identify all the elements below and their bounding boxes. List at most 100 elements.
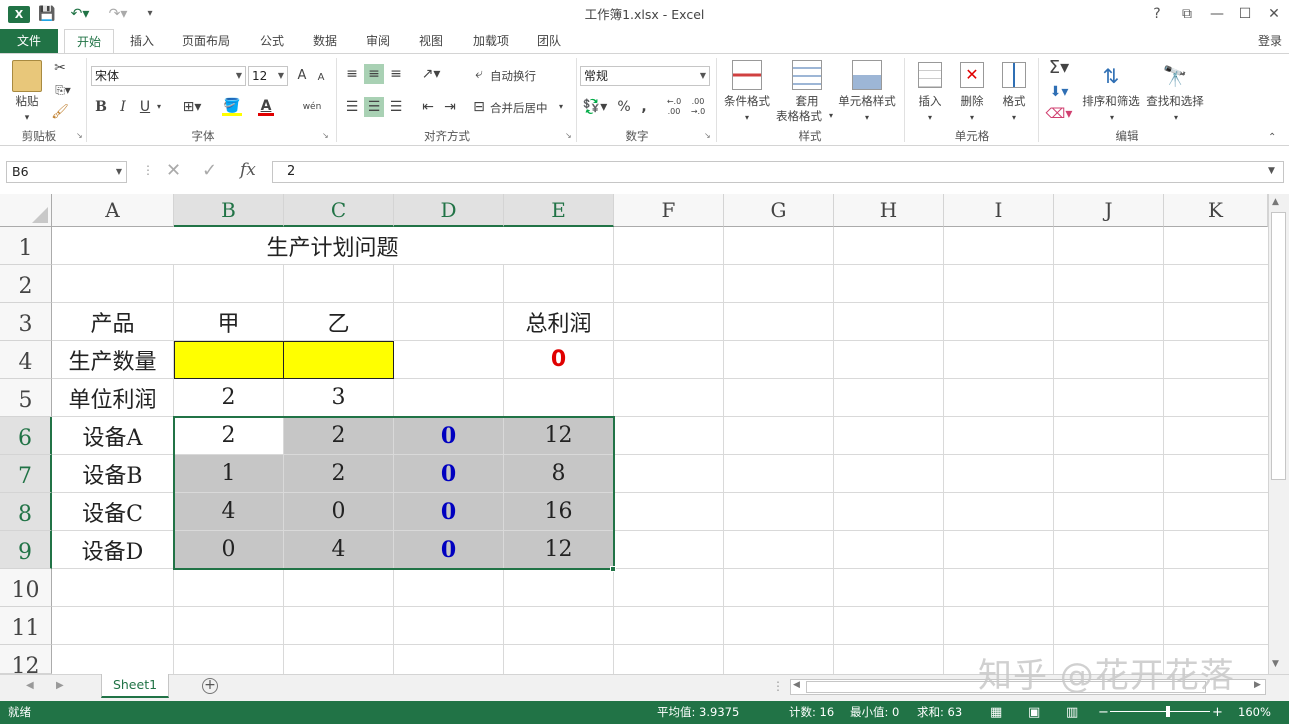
accounting-format-icon[interactable]: 💱▾ bbox=[580, 97, 610, 117]
cell-e6[interactable]: 12 bbox=[504, 417, 614, 455]
sort-dropdown-icon[interactable]: ▾ bbox=[1104, 108, 1120, 128]
format-painter-icon[interactable]: 🖌 bbox=[50, 102, 70, 122]
row-header-11[interactable]: 11 bbox=[0, 607, 52, 645]
merge-center-button[interactable]: 合并后居中 bbox=[490, 101, 554, 115]
cell-b5[interactable]: 2 bbox=[174, 379, 284, 417]
cell-b8[interactable]: 4 bbox=[174, 493, 284, 531]
find-select-icon[interactable]: 🔭 bbox=[1160, 62, 1190, 90]
borders-icon[interactable]: ⊞▾ bbox=[180, 97, 204, 117]
cell-e8[interactable]: 16 bbox=[504, 493, 614, 531]
cell-d6[interactable]: 0 bbox=[394, 417, 504, 455]
copy-icon[interactable]: ⎘▾ bbox=[50, 80, 76, 100]
sheet-title-cell[interactable]: 生产计划问题 bbox=[52, 227, 614, 265]
cell-c9[interactable]: 4 bbox=[284, 531, 394, 569]
fill-handle[interactable] bbox=[610, 566, 616, 572]
align-middle-icon[interactable]: ≡ bbox=[364, 64, 384, 84]
row-header-6[interactable]: 6 bbox=[0, 417, 52, 455]
tab-file[interactable]: 文件 bbox=[0, 29, 58, 53]
cell-c7[interactable]: 2 bbox=[284, 455, 394, 493]
align-center-icon[interactable]: ☰ bbox=[364, 97, 384, 117]
cell-c5[interactable]: 3 bbox=[284, 379, 394, 417]
confirm-entry-icon[interactable]: ✓ bbox=[202, 160, 217, 181]
find-select-button[interactable]: 查找和选择 bbox=[1144, 94, 1206, 108]
next-sheet-icon[interactable]: ▶ bbox=[56, 680, 64, 691]
find-dropdown-icon[interactable]: ▾ bbox=[1168, 108, 1184, 128]
delete-cells-button[interactable]: 删除 bbox=[952, 94, 992, 108]
minimize-button[interactable]: — bbox=[1202, 0, 1232, 29]
cell-d9[interactable]: 0 bbox=[394, 531, 504, 569]
fill-color-icon[interactable]: 🪣 bbox=[222, 96, 242, 116]
cut-icon[interactable]: ✂ bbox=[50, 58, 70, 78]
formula-bar-drag-icon[interactable]: ⋮ bbox=[142, 163, 154, 177]
row-header-7[interactable]: 7 bbox=[0, 455, 52, 493]
underline-button[interactable]: U bbox=[138, 97, 152, 117]
insert-function-button[interactable]: fx bbox=[240, 160, 256, 180]
align-left-icon[interactable]: ☰ bbox=[342, 97, 362, 117]
wrap-text-button[interactable]: 自动换行 bbox=[490, 69, 542, 83]
cell-b4-input[interactable] bbox=[174, 341, 284, 379]
decrease-indent-icon[interactable]: ⇤ bbox=[418, 97, 438, 117]
increase-indent-icon[interactable]: ⇥ bbox=[440, 97, 460, 117]
autosum-icon[interactable]: Σ▾ bbox=[1044, 58, 1074, 78]
cell-c6[interactable]: 2 bbox=[284, 417, 394, 455]
format-as-table-label-2[interactable]: 表格格式 bbox=[772, 109, 826, 123]
table-dropdown-icon[interactable]: ▾ bbox=[826, 106, 836, 126]
phonetic-guide-button[interactable]: wén bbox=[302, 97, 322, 117]
cell-styles-icon[interactable] bbox=[852, 60, 882, 90]
maximize-button[interactable]: ☐ bbox=[1230, 0, 1260, 29]
close-button[interactable]: ✕ bbox=[1259, 0, 1289, 29]
cell-b9[interactable]: 0 bbox=[174, 531, 284, 569]
delete-cells-icon[interactable]: ✕ bbox=[960, 62, 984, 88]
align-top-icon[interactable]: ≡ bbox=[342, 64, 362, 84]
underline-dropdown-icon[interactable]: ▾ bbox=[154, 97, 164, 117]
clear-icon[interactable]: ⌫▾ bbox=[1044, 104, 1074, 124]
page-break-view-icon[interactable]: ▥ bbox=[1066, 701, 1078, 724]
cell-a3[interactable]: 产品 bbox=[52, 303, 174, 341]
cell-a5[interactable]: 单位利润 bbox=[52, 379, 174, 417]
column-header-e[interactable]: E bbox=[504, 194, 614, 227]
tab-insert[interactable]: 插入 bbox=[122, 29, 162, 53]
status-min[interactable]: 最小值: 0 bbox=[850, 701, 899, 724]
row-header-2[interactable]: 2 bbox=[0, 265, 52, 303]
status-sum[interactable]: 求和: 63 bbox=[917, 701, 962, 724]
login-link[interactable]: 登录 bbox=[1252, 29, 1288, 53]
delete-dropdown-icon[interactable]: ▾ bbox=[964, 108, 980, 128]
status-average[interactable]: 平均值: 3.9375 bbox=[657, 701, 739, 724]
sheet-tab-sheet1[interactable]: Sheet1 bbox=[101, 674, 169, 698]
merge-center-icon[interactable]: ⊟ bbox=[470, 97, 488, 117]
column-header-c[interactable]: C bbox=[284, 194, 394, 227]
row-header-12[interactable]: 12 bbox=[0, 645, 52, 674]
column-header-g[interactable]: G bbox=[724, 194, 834, 227]
wrap-text-icon[interactable]: ⤶ bbox=[470, 64, 488, 84]
cell-b6-active[interactable]: 2 bbox=[174, 417, 284, 455]
column-header-i[interactable]: I bbox=[944, 194, 1054, 227]
paste-icon[interactable] bbox=[12, 60, 42, 92]
alignment-launcher-icon[interactable]: ↘ bbox=[565, 131, 572, 140]
number-launcher-icon[interactable]: ↘ bbox=[704, 131, 711, 140]
ribbon-display-options-button[interactable]: ⧉ bbox=[1172, 0, 1202, 29]
bold-button[interactable]: B bbox=[94, 97, 108, 117]
format-cells-button[interactable]: 格式 bbox=[994, 94, 1034, 108]
cell-c4-input[interactable] bbox=[283, 341, 394, 379]
column-header-f[interactable]: F bbox=[614, 194, 724, 227]
cell-a8[interactable]: 设备C bbox=[52, 493, 174, 531]
tab-addins[interactable]: 加载项 bbox=[464, 29, 518, 53]
cell-c3[interactable]: 乙 bbox=[284, 303, 394, 341]
scroll-down-icon[interactable]: ▼ bbox=[1272, 659, 1279, 669]
increase-decimal-button[interactable]: ←.0 .00 bbox=[664, 97, 684, 117]
zoom-slider-thumb[interactable] bbox=[1166, 706, 1170, 717]
cell-c8[interactable]: 0 bbox=[284, 493, 394, 531]
number-format-select[interactable]: 常规 ▼ bbox=[580, 66, 710, 86]
tab-home[interactable]: 开始 bbox=[64, 29, 114, 53]
formula-input[interactable]: 2 bbox=[272, 161, 1284, 183]
zoom-level[interactable]: 160% bbox=[1238, 701, 1271, 724]
help-button[interactable]: ? bbox=[1142, 0, 1172, 29]
percent-button[interactable]: % bbox=[616, 97, 632, 117]
expand-formula-bar-icon[interactable]: ▼ bbox=[1268, 166, 1275, 176]
tab-split-handle-icon[interactable]: ⋮ bbox=[772, 679, 784, 693]
fill-icon[interactable]: ⬇▾ bbox=[1044, 82, 1074, 102]
cancel-entry-icon[interactable]: ✕ bbox=[166, 160, 181, 181]
tab-team[interactable]: 团队 bbox=[529, 29, 569, 53]
add-sheet-button[interactable]: + bbox=[202, 678, 218, 694]
normal-view-icon[interactable]: ▦ bbox=[990, 701, 1002, 724]
